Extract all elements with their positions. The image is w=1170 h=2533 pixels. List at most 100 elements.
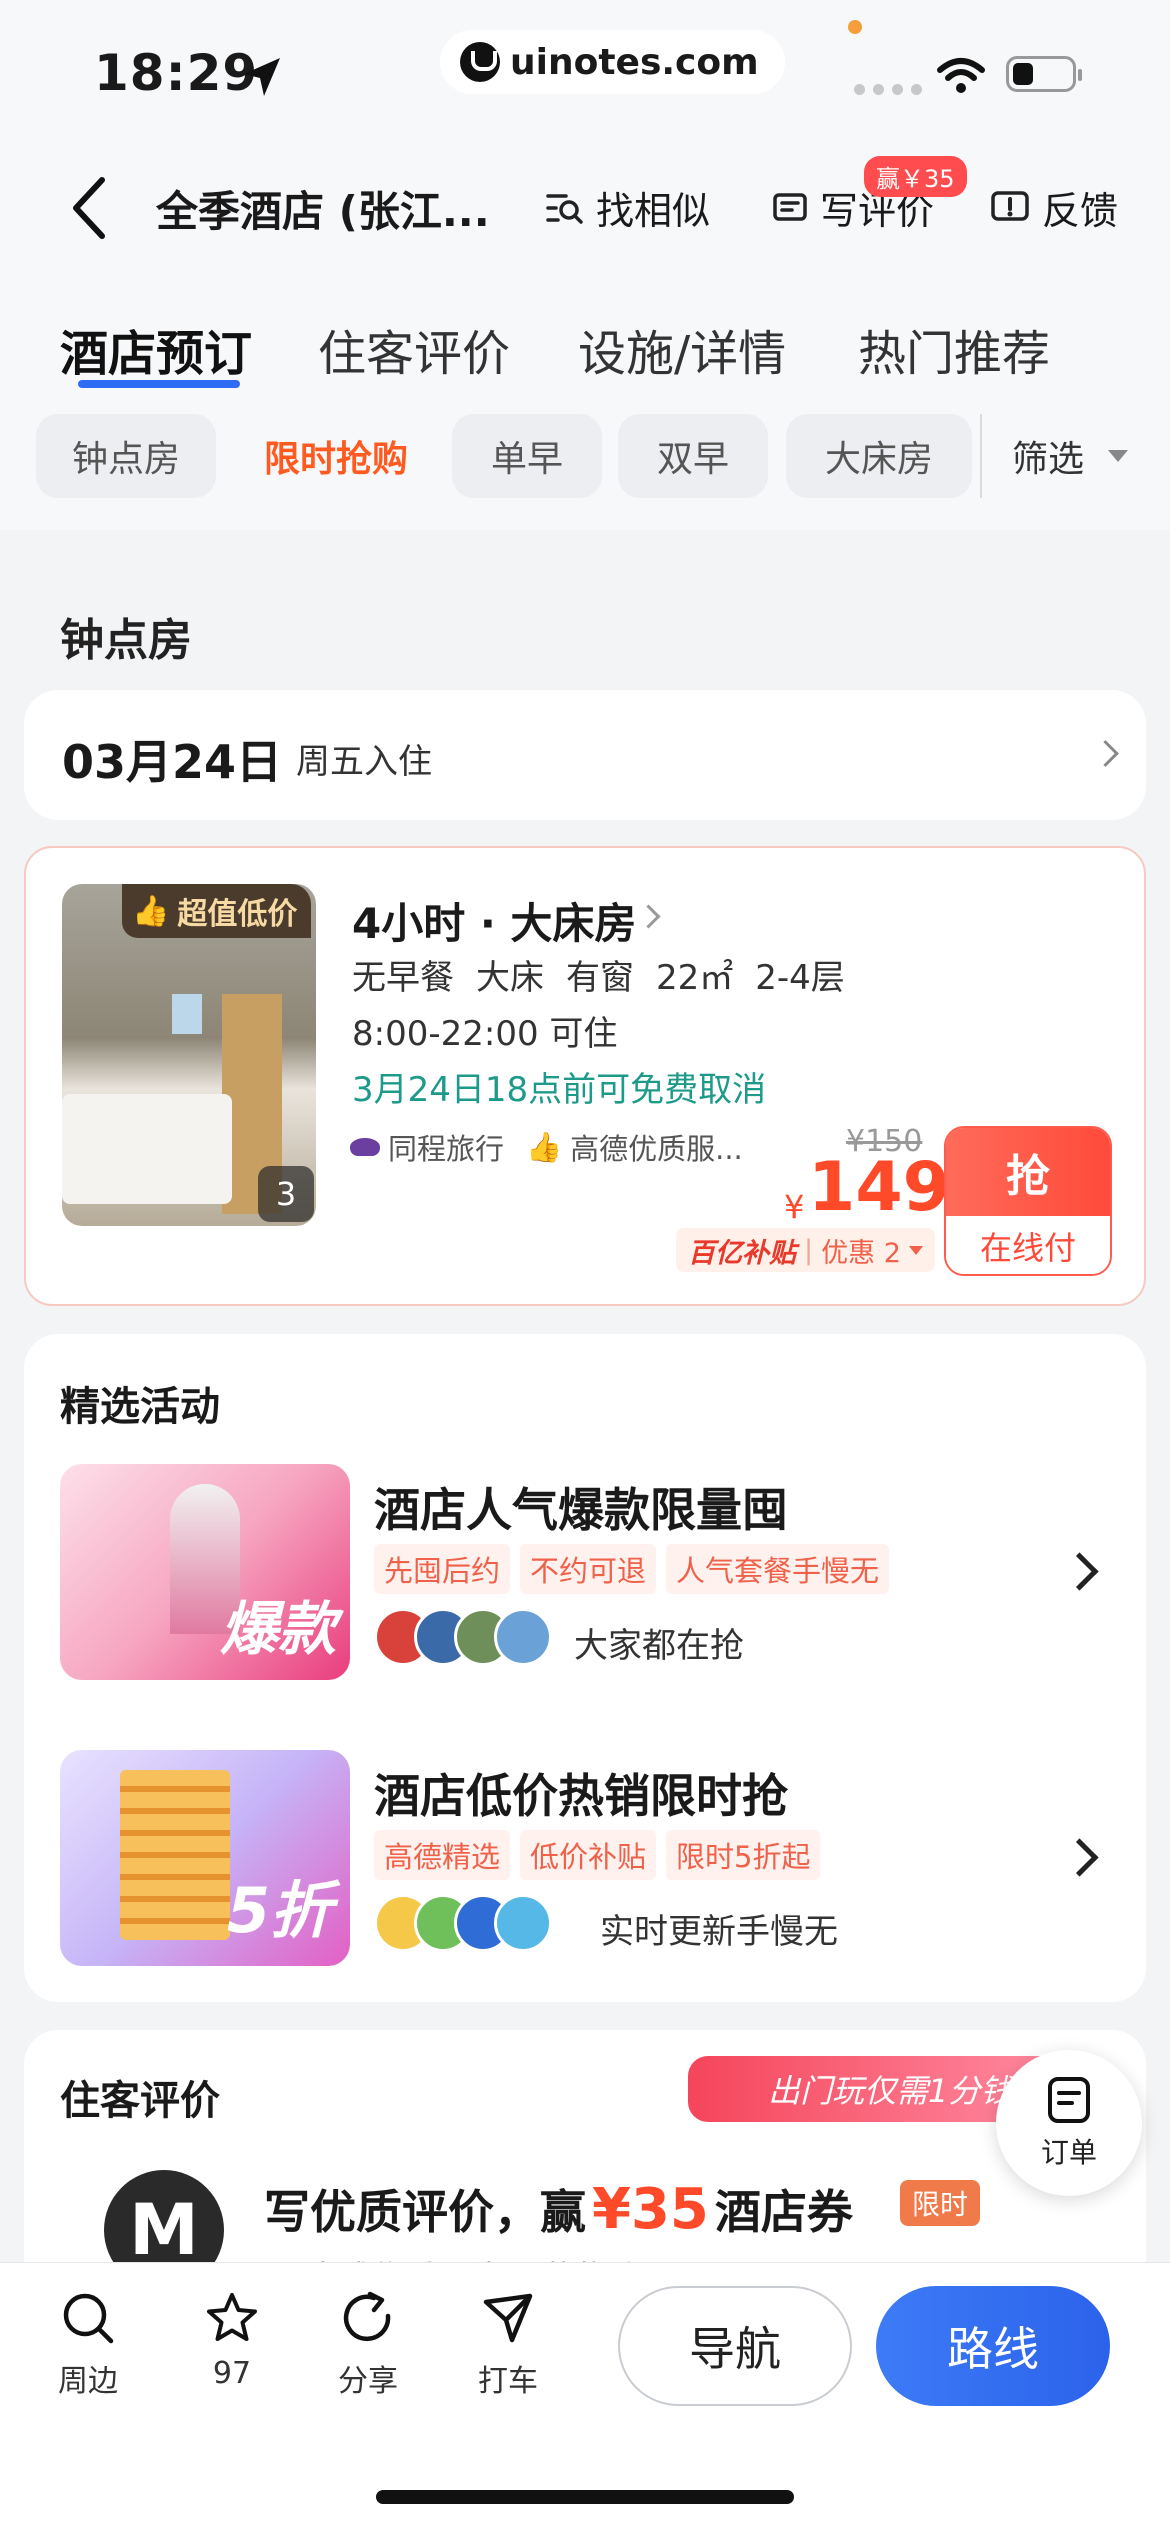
activity-title: 酒店低价热销限时抢 — [374, 1769, 788, 1823]
chip-king-bed[interactable]: 大床房 — [786, 414, 972, 498]
taxi-button[interactable]: 打车 — [478, 2290, 538, 2400]
activity-item[interactable]: 5折 酒店低价热销限时抢 高德精选 低价补贴 限时5折起 实时更新手慢无 — [60, 1750, 1110, 1970]
provider-name: 同程旅行 — [388, 1132, 505, 1166]
route-button[interactable]: 路线 — [876, 2286, 1110, 2406]
find-similar-label: 找相似 — [596, 189, 711, 233]
quality-thumb-icon: 👍 — [526, 1129, 563, 1164]
room-card[interactable]: 👍 超值低价 3 4小时 · 大床房 无早餐 大床 有窗 22㎡ 2-4层 8:… — [24, 846, 1146, 1306]
wifi-icon — [937, 58, 985, 93]
grab-label: 抢 — [946, 1128, 1110, 1216]
chevron-right-icon — [1092, 740, 1119, 767]
find-similar-button[interactable]: 找相似 — [544, 180, 710, 235]
feature-breakfast: 无早餐 — [352, 958, 454, 998]
active-tab-indicator — [78, 380, 240, 388]
tab-hotel-booking[interactable]: 酒店预订 — [60, 314, 252, 384]
battery-icon — [1006, 56, 1082, 92]
subsidy-tag[interactable]: 百亿补贴 | 优惠 2 — [676, 1228, 935, 1272]
favorite-count: 97 — [212, 2356, 252, 2391]
share-label: 分享 — [338, 2364, 398, 2399]
pay-online-label: 在线付 — [946, 1216, 1110, 1274]
limited-badge: 限时 — [900, 2180, 981, 2226]
navigate-label: 导航 — [689, 2322, 781, 2376]
room-title[interactable]: 4小时 · 大床房 — [352, 890, 636, 951]
activity-banner: 5折 — [60, 1750, 350, 1966]
feedback-icon — [991, 190, 1029, 221]
order-float-button[interactable]: 订单 — [996, 2050, 1142, 2196]
current-price: 149 — [808, 1148, 950, 1227]
promo-banner-text: 出门玩仅需1分钱 — [768, 2072, 1013, 2110]
room-hours: 8:00-22:00 可住 — [352, 1014, 618, 1054]
avatar — [494, 1894, 552, 1952]
home-indicator — [376, 2490, 794, 2504]
grab-button[interactable]: 抢 在线付 — [944, 1126, 1112, 1276]
chip-flash-sale[interactable]: 限时抢购 — [236, 414, 436, 498]
share-icon — [343, 2291, 391, 2342]
review-cta[interactable]: 写优质评价，赢 ¥35 酒店券 — [264, 2176, 853, 2242]
avatar-group — [374, 1894, 554, 1952]
avatar-group — [374, 1608, 554, 1666]
tab-guest-reviews[interactable]: 住客评价 — [318, 314, 510, 384]
comment-icon — [773, 192, 807, 221]
room-features: 无早餐 大床 有窗 22㎡ 2-4层 — [352, 950, 845, 999]
activity-banner-text: 5折 — [226, 1874, 332, 1947]
chip-divider — [980, 414, 982, 498]
chevron-right-icon — [636, 904, 661, 929]
photo-count: 3 — [258, 1166, 314, 1222]
tongcheng-logo-icon — [350, 1138, 380, 1156]
tab-recommend[interactable]: 热门推荐 — [858, 314, 1050, 384]
provider-row: 同程旅行 👍 高德优质服... — [350, 1126, 743, 1168]
best-value-badge: 👍 超值低价 — [122, 884, 312, 938]
thumbs-up-icon: 👍 — [132, 893, 170, 929]
filter-button[interactable]: 筛选 — [1012, 414, 1129, 498]
subsidy-label: 百亿补贴 — [688, 1237, 796, 1269]
review-cta-prefix: 写优质评价，赢 — [264, 2185, 586, 2239]
navigate-button[interactable]: 导航 — [618, 2286, 852, 2406]
activity-tags: 先囤后约 不约可退 人气套餐手慢无 — [374, 1544, 899, 1594]
chevron-right-icon — [1060, 1838, 1099, 1877]
nearby-button[interactable]: 周边 — [58, 2290, 118, 2400]
order-label: 订单 — [1040, 2136, 1097, 2169]
discount-label: 优惠 2 — [821, 1237, 901, 1269]
cancel-policy: 3月24日18点前可免费取消 — [352, 1070, 767, 1110]
feedback-button[interactable]: 反馈 — [990, 180, 1118, 235]
avatar — [494, 1608, 552, 1666]
chip-single-breakfast[interactable]: 单早 — [452, 414, 602, 498]
hotel-title: 全季酒店 (张江... — [156, 187, 490, 236]
star-icon — [207, 2293, 257, 2341]
price-currency: ¥ — [784, 1188, 805, 1226]
order-icon — [1048, 2077, 1090, 2123]
checkin-date: 03月24日 — [62, 735, 283, 789]
tab-facilities[interactable]: 设施/详情 — [578, 314, 786, 384]
caret-down-icon — [1108, 450, 1129, 462]
favorite-button[interactable]: 97 — [204, 2290, 260, 2391]
share-button[interactable]: 分享 — [338, 2290, 398, 2400]
feature-bed: 大床 — [476, 958, 544, 998]
back-arrow-icon[interactable] — [68, 176, 108, 240]
uinotes-logo-icon — [460, 42, 500, 82]
reviews-title: 住客评价 — [60, 2078, 220, 2124]
activity-banner-text: 爆款 — [219, 1595, 336, 1663]
nearby-label: 周边 — [58, 2364, 118, 2399]
chevron-right-icon — [1060, 1552, 1099, 1591]
chip-double-breakfast[interactable]: 双早 — [618, 414, 768, 498]
activity-tag: 高德精选 — [374, 1830, 511, 1880]
activity-note: 大家都在抢 — [574, 1626, 744, 1666]
activity-tags: 高德精选 低价补贴 限时5折起 — [374, 1830, 830, 1880]
activity-note: 实时更新手慢无 — [600, 1912, 838, 1952]
caret-down-icon — [908, 1245, 923, 1255]
feature-window: 有窗 — [566, 958, 634, 998]
find-similar-icon — [546, 193, 583, 224]
activity-tag: 人气套餐手慢无 — [666, 1544, 890, 1594]
activity-tag: 低价补贴 — [520, 1830, 657, 1880]
hourly-section-title: 钟点房 — [60, 615, 192, 666]
quality-label: 高德优质服... — [570, 1132, 743, 1166]
review-cta-suffix: 酒店券 — [714, 2185, 853, 2239]
chip-hourly-room[interactable]: 钟点房 — [36, 414, 216, 498]
url-pill: uinotes.com — [440, 30, 785, 94]
feature-floor: 2-4层 — [755, 958, 845, 998]
activity-title: 酒店人气爆款限量囤 — [374, 1483, 788, 1537]
activity-tag: 不约可退 — [520, 1544, 657, 1594]
date-selector[interactable]: 03月24日 周五入住 — [24, 690, 1146, 820]
activities-card: 精选活动 爆款 酒店人气爆款限量囤 先囤后约 不约可退 人气套餐手慢无 大家都在抢 … — [24, 1334, 1146, 2002]
activity-item[interactable]: 爆款 酒店人气爆款限量囤 先囤后约 不约可退 人气套餐手慢无 大家都在抢 — [60, 1464, 1110, 1684]
